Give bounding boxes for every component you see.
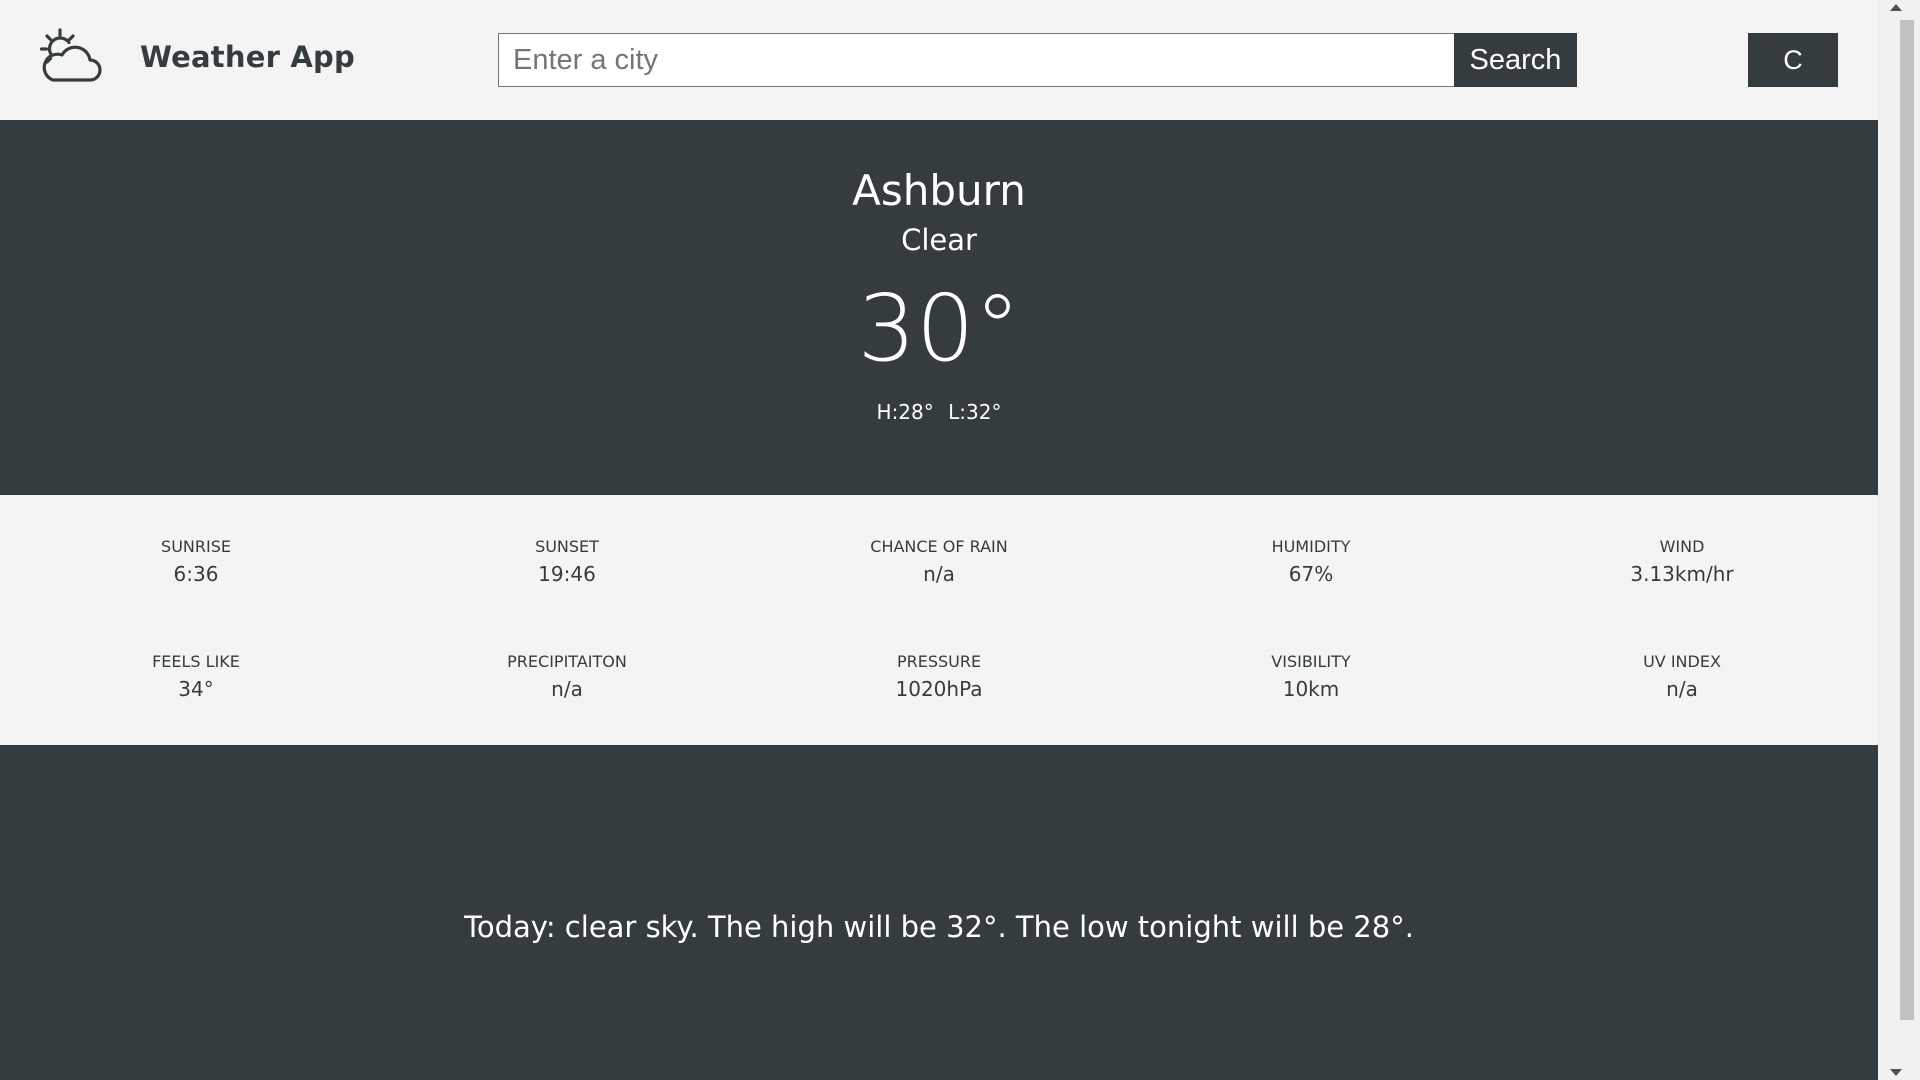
city-search-input[interactable] — [498, 33, 1454, 87]
scrollbar-thumb[interactable] — [1900, 20, 1914, 1020]
stat-visibility: VISIBILITY 10km — [1161, 652, 1461, 701]
stat-sunset: SUNSET 19:46 — [417, 537, 717, 586]
stat-value: 10km — [1282, 677, 1340, 701]
stat-label: CHANCE OF RAIN — [870, 537, 1008, 556]
stat-sunrise: SUNRISE 6:36 — [46, 537, 346, 586]
scroll-up-arrow-icon[interactable] — [1890, 4, 1902, 11]
current-temperature: 30° — [857, 275, 1021, 382]
high-low-temperatures: H:28° L:32° — [0, 400, 1878, 424]
stat-wind: WIND 3.13km/hr — [1532, 537, 1832, 586]
vertical-scrollbar[interactable] — [1878, 0, 1920, 1080]
stat-label: SUNRISE — [161, 537, 231, 556]
stat-label: PRESSURE — [896, 652, 982, 671]
stat-value: n/a — [551, 677, 583, 701]
temperature-unit-toggle-button[interactable]: C — [1748, 33, 1838, 87]
forecast-summary-panel: Today: clear sky. The high will be 32°. … — [0, 745, 1878, 1080]
stat-label: SUNSET — [535, 537, 599, 556]
high-temperature: H:28° — [876, 400, 934, 424]
stat-pressure: PRESSURE 1020hPa — [789, 652, 1089, 701]
search-button[interactable]: Search — [1454, 33, 1577, 87]
weather-condition: Clear — [901, 223, 977, 257]
stat-label: PRECIPITAITON — [507, 652, 627, 671]
weather-details-grid: SUNRISE 6:36 SUNSET 19:46 CHANCE OF RAIN… — [0, 495, 1878, 745]
app-title: Weather App — [140, 40, 355, 74]
stat-label: WIND — [1659, 537, 1705, 556]
stat-value: 67% — [1288, 562, 1334, 586]
stat-value: n/a — [923, 562, 955, 586]
stat-value: 1020hPa — [895, 677, 983, 701]
stat-value: 19:46 — [538, 562, 596, 586]
stat-feels-like: FEELS LIKE 34° — [46, 652, 346, 701]
weather-page: Weather App Search C Ashburn Clear 30° H… — [0, 0, 1878, 1080]
current-weather-panel: Ashburn Clear 30° H:28° L:32° — [0, 120, 1878, 495]
stat-value: 3.13km/hr — [1630, 562, 1734, 586]
stat-value: n/a — [1666, 677, 1698, 701]
partly-cloudy-icon — [40, 28, 102, 82]
forecast-summary-text: Today: clear sky. The high will be 32°. … — [464, 910, 1414, 944]
stat-uv-index: UV INDEX n/a — [1532, 652, 1832, 701]
stat-label: FEELS LIKE — [152, 652, 240, 671]
low-temperature: L:32° — [948, 400, 1002, 424]
stat-humidity: HUMIDITY 67% — [1161, 537, 1461, 586]
city-name: Ashburn — [852, 166, 1026, 215]
stat-chance-of-rain: CHANCE OF RAIN n/a — [789, 537, 1089, 586]
stat-precipitation: PRECIPITAITON n/a — [417, 652, 717, 701]
app-header: Weather App Search C — [0, 0, 1878, 120]
stat-value: 34° — [178, 677, 214, 701]
stat-label: VISIBILITY — [1271, 652, 1351, 671]
stat-label: UV INDEX — [1643, 652, 1721, 671]
stat-value: 6:36 — [173, 562, 219, 586]
scroll-down-arrow-icon[interactable] — [1890, 1069, 1902, 1076]
stat-label: HUMIDITY — [1271, 537, 1351, 556]
